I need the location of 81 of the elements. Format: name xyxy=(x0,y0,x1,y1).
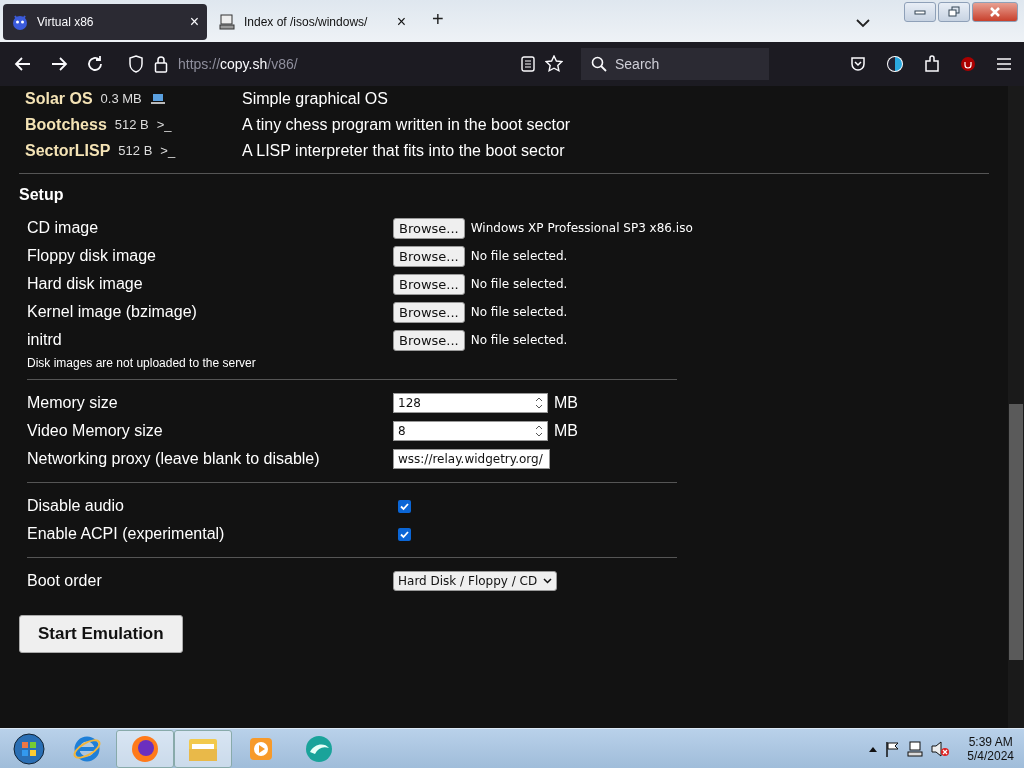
os-link[interactable]: Solar OS xyxy=(25,86,93,112)
lock-icon xyxy=(154,55,168,73)
number-field[interactable]: 8 xyxy=(393,421,548,441)
terminal-symbol: >_ xyxy=(156,116,172,134)
browse-button[interactable]: Browse... xyxy=(393,329,465,351)
robot-icon xyxy=(11,13,29,31)
number-field[interactable]: 128 xyxy=(393,393,548,413)
start-orb-icon[interactable] xyxy=(12,732,46,766)
file-size: 512 B xyxy=(114,116,149,134)
browse-button[interactable]: Browse... xyxy=(393,273,465,295)
browser-tab[interactable]: Virtual x86 × xyxy=(3,4,207,40)
file-name: No file selected. xyxy=(470,277,568,291)
network-icon[interactable] xyxy=(907,741,924,757)
speaker-muted-icon[interactable] xyxy=(931,741,950,757)
file-name: No file selected. xyxy=(470,305,568,319)
field-label: Floppy disk image xyxy=(27,247,157,265)
field-label: CD image xyxy=(27,219,100,237)
os-description: A LISP interpreter that fits into the boot sector xyxy=(242,141,566,161)
field-label: Hard disk image xyxy=(27,275,144,293)
half-circle-icon[interactable] xyxy=(886,55,904,73)
chevron-down-icon[interactable] xyxy=(856,18,870,28)
reader-icon[interactable] xyxy=(521,56,535,72)
back-icon[interactable] xyxy=(14,55,32,73)
section-title: Setup xyxy=(19,186,65,204)
pocket-icon[interactable] xyxy=(850,56,866,72)
tray-arrow-icon[interactable] xyxy=(869,746,878,752)
file-size: 0.3 MB xyxy=(100,90,142,108)
caret-icon xyxy=(543,578,553,584)
field-label: initrd xyxy=(27,331,63,349)
shield-badge-icon[interactable] xyxy=(960,56,976,72)
checkbox[interactable] xyxy=(398,499,411,513)
os-link[interactable]: SectorLISP xyxy=(25,138,111,164)
field-label: Video Memory size xyxy=(27,422,164,440)
note-text: Disk images are not uploaded to the server xyxy=(26,356,257,370)
computer-icon xyxy=(218,13,236,31)
minimize-button[interactable] xyxy=(904,2,936,22)
browse-button[interactable]: Browse... xyxy=(393,301,465,323)
os-description: Simple graphical OS xyxy=(242,89,389,109)
proxy-field[interactable]: wss://relay.widgetry.org/ xyxy=(393,449,550,469)
checkbox-label: Disable audio xyxy=(27,497,125,515)
flag-icon[interactable] xyxy=(885,741,900,757)
checkbox-label: Enable ACPI (experimental) xyxy=(27,525,226,543)
file-size: 512 B xyxy=(118,142,153,160)
boot-order-dropdown[interactable]: Hard Disk / Floppy / CD xyxy=(393,571,558,591)
swirl-icon[interactable] xyxy=(304,734,334,764)
forward-icon[interactable] xyxy=(50,55,68,73)
spinner-icon xyxy=(535,396,543,410)
field-label: Networking proxy (leave blank to disable) xyxy=(27,450,321,468)
laptop-icon xyxy=(149,93,166,105)
field-label: Boot order xyxy=(27,572,103,590)
terminal-symbol: >_ xyxy=(160,142,176,160)
scrollbar-thumb[interactable] xyxy=(1009,404,1023,660)
os-link[interactable]: Bootchess xyxy=(25,112,107,138)
file-name: No file selected. xyxy=(470,333,568,347)
search-icon xyxy=(591,56,607,72)
shield-icon xyxy=(128,55,144,73)
browse-button[interactable]: Browse... xyxy=(393,245,465,267)
file-name: No file selected. xyxy=(470,249,568,263)
checkbox[interactable] xyxy=(398,527,411,541)
field-label: Kernel image (bzimage) xyxy=(27,303,198,321)
browser-tab[interactable]: Index of /isos/windows/ × xyxy=(210,4,414,40)
new-tab-button[interactable]: + xyxy=(432,8,444,31)
browse-button[interactable]: Browse... xyxy=(393,217,465,239)
close-button[interactable] xyxy=(972,2,1018,22)
reload-icon[interactable] xyxy=(86,55,104,73)
browser-e-icon[interactable] xyxy=(72,734,102,764)
unit-label: MB xyxy=(554,422,578,440)
clock[interactable]: 5:39 AM 5/4/2024 xyxy=(967,735,1014,763)
restore-icon xyxy=(948,6,960,18)
spinner-icon xyxy=(535,424,543,438)
file-name: Windows XP Professional SP3 x86.iso xyxy=(470,221,693,235)
star-icon[interactable] xyxy=(545,55,563,73)
menu-icon[interactable] xyxy=(996,57,1012,71)
restore-button[interactable] xyxy=(938,2,970,22)
os-description: A tiny chess program written in the boot sector xyxy=(242,115,572,135)
search-field[interactable]: Search xyxy=(581,48,769,80)
field-label: Memory size xyxy=(27,394,119,412)
minimize-icon xyxy=(914,9,926,15)
unit-label: MB xyxy=(554,394,578,412)
close-icon xyxy=(989,6,1001,18)
start-button[interactable]: Start Emulation xyxy=(19,615,183,653)
